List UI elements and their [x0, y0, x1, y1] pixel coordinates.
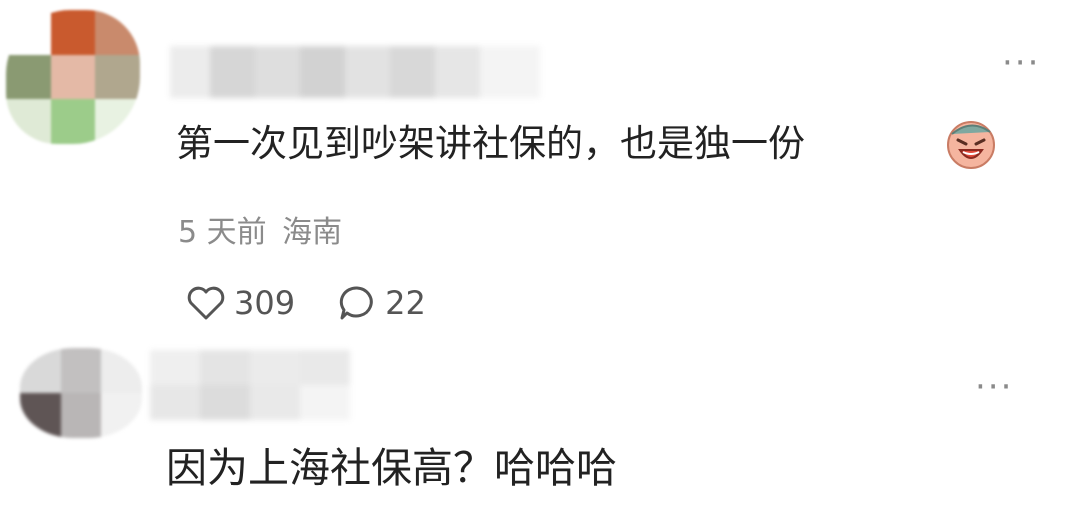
heart-icon: [187, 286, 225, 320]
like-button[interactable]: 309: [186, 284, 295, 322]
laughing-crying-emoji-icon: [947, 121, 995, 169]
like-count: 309: [234, 284, 296, 322]
username-blurred[interactable]: [170, 46, 540, 98]
comment-actions: 309 22: [186, 284, 468, 322]
reply-button[interactable]: 22: [337, 284, 426, 322]
comment-text: 因为上海社保高？哈哈哈: [166, 444, 617, 492]
comment-time: 5 天前: [178, 215, 267, 250]
comment-bubble-icon: [339, 286, 373, 320]
avatar[interactable]: [20, 348, 142, 438]
comment-meta: 5 天前 海南: [178, 207, 342, 251]
username-blurred[interactable]: [150, 350, 350, 420]
comment-list: ··· 第一次见到吵架讲社保的，也是独一份 5 天前 海南 309 22 ···…: [0, 0, 1080, 530]
avatar[interactable]: [6, 10, 140, 144]
more-options-icon[interactable]: ···: [975, 370, 1013, 404]
comment-text: 第一次见到吵架讲社保的，也是独一份: [176, 122, 805, 165]
comment-location: 海南: [282, 215, 343, 250]
reply-count: 22: [385, 284, 426, 322]
more-options-icon[interactable]: ···: [1002, 46, 1040, 80]
